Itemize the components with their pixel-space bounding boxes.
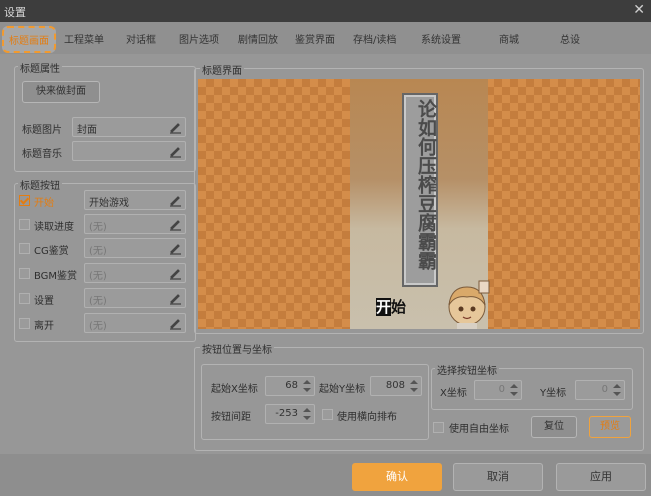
cancel-button[interactable]: 取消 (453, 463, 543, 491)
spinner-down-icon[interactable] (303, 416, 311, 420)
tab-story-replay[interactable]: 剧情回放 (238, 31, 278, 46)
tab-gallery-screen[interactable]: 鉴赏界面 (295, 31, 335, 46)
exit-field[interactable]: (无) (84, 313, 186, 333)
tab-general[interactable]: 总设 (560, 31, 580, 46)
pencil-edit-icon[interactable] (167, 290, 183, 306)
horizontal-layout-checkbox[interactable] (322, 409, 333, 420)
settings-checkbox[interactable] (19, 293, 30, 304)
footer-bar: 确认 取消 应用 (0, 454, 651, 496)
start-y-spinner[interactable]: 808 (370, 376, 422, 396)
close-icon[interactable]: ✕ (633, 2, 645, 18)
select-y-spinner[interactable]: 0 (575, 380, 625, 400)
exit-label: 离开 (34, 321, 54, 332)
load-progress-field[interactable]: (无) (84, 214, 186, 234)
load-progress-label: 读取进度 (34, 222, 74, 233)
settings-field[interactable]: (无) (84, 288, 186, 308)
spinner-up-icon[interactable] (510, 384, 518, 388)
game-title-text: 论如何压榨豆腐霸霸 (415, 99, 437, 270)
tab-system-settings[interactable]: 系统设置 (421, 31, 461, 46)
select-x-label: X坐标 (440, 388, 467, 399)
start-button-field[interactable]: 开始游戏 (84, 190, 186, 210)
tab-image-options[interactable]: 图片选项 (179, 31, 219, 46)
button-spacing-label: 按钮间距 (211, 412, 251, 423)
quick-cover-button[interactable]: 快来做封面 (22, 81, 100, 103)
reset-button[interactable]: 复位 (531, 416, 577, 438)
select-x-spinner[interactable]: 0 (474, 380, 522, 400)
bgm-gallery-checkbox[interactable] (19, 268, 30, 279)
start-label: 开始 (34, 198, 54, 209)
bgm-gallery-field[interactable]: (无) (84, 263, 186, 283)
cg-gallery-label: CG鉴赏 (34, 246, 69, 257)
pencil-edit-icon[interactable] (167, 265, 183, 281)
free-coordinate-checkbox[interactable] (433, 422, 444, 433)
pencil-edit-icon[interactable] (167, 119, 183, 135)
start-y-label: 起始Y坐标 (319, 384, 366, 395)
start-checkbox[interactable] (19, 195, 30, 206)
tab-dialog-box[interactable]: 对话框 (126, 31, 156, 46)
start-x-spinner[interactable]: 68 (265, 376, 315, 396)
window-titlebar: 设置 ✕ (0, 0, 651, 22)
mascot-character-image (448, 280, 490, 329)
horizontal-layout-label: 使用横向排布 (337, 412, 397, 423)
title-image-label: 标题图片 (22, 125, 62, 136)
title-screen-legend: 标题界面 (200, 62, 244, 77)
cover-image: 论如何压榨豆腐霸霸 开始 (350, 79, 490, 329)
load-progress-checkbox[interactable] (19, 219, 30, 230)
tab-title-screen[interactable]: 标题画面 (2, 26, 56, 53)
title-music-label: 标题音乐 (22, 149, 62, 160)
spinner-down-icon[interactable] (303, 388, 311, 392)
tab-shop[interactable]: 商城 (499, 31, 519, 46)
apply-button[interactable]: 应用 (556, 463, 646, 491)
cg-gallery-field[interactable]: (无) (84, 238, 186, 258)
spinner-up-icon[interactable] (410, 380, 418, 384)
title-buttons-legend: 标题按钮 (18, 177, 62, 192)
bgm-gallery-label: BGM鉴赏 (34, 271, 78, 282)
preview-button[interactable]: 预览 (589, 416, 631, 438)
pencil-edit-icon[interactable] (167, 192, 183, 208)
title-properties-legend: 标题属性 (18, 60, 62, 75)
button-position-legend: 按钮位置与坐标 (200, 341, 274, 356)
confirm-button[interactable]: 确认 (352, 463, 442, 491)
select-y-label: Y坐标 (540, 388, 567, 399)
window-title: 设置 (4, 6, 26, 19)
spinner-down-icon[interactable] (410, 388, 418, 392)
preview-start-button[interactable]: 开始 (376, 296, 406, 317)
pencil-edit-icon[interactable] (167, 315, 183, 331)
spinner-up-icon[interactable] (613, 384, 621, 388)
free-coordinate-label: 使用自由坐标 (449, 424, 509, 435)
button-spacing-spinner[interactable]: -253 (265, 404, 315, 424)
title-music-field[interactable] (72, 141, 186, 161)
start-x-label: 起始X坐标 (211, 384, 258, 395)
select-coordinate-legend: 选择按钮坐标 (435, 362, 499, 377)
exit-checkbox[interactable] (19, 318, 30, 329)
pencil-edit-icon[interactable] (167, 143, 183, 159)
pencil-edit-icon[interactable] (167, 216, 183, 232)
title-screen-preview[interactable]: 论如何压榨豆腐霸霸 开始 (198, 79, 640, 329)
pencil-edit-icon[interactable] (167, 240, 183, 256)
spinner-down-icon[interactable] (613, 392, 621, 396)
spinner-up-icon[interactable] (303, 408, 311, 412)
spinner-down-icon[interactable] (510, 392, 518, 396)
title-image-field[interactable]: 封面 (72, 117, 186, 137)
cg-gallery-checkbox[interactable] (19, 243, 30, 254)
tab-bar: 标题画面 工程菜单 对话框 图片选项 剧情回放 鉴赏界面 存档/读档 系统设置 … (0, 22, 651, 54)
settings-label: 设置 (34, 296, 54, 307)
spinner-up-icon[interactable] (303, 380, 311, 384)
tab-save-load[interactable]: 存档/读档 (353, 31, 396, 46)
game-title-banner: 论如何压榨豆腐霸霸 (402, 93, 438, 287)
tab-project-menu[interactable]: 工程菜单 (64, 31, 104, 46)
